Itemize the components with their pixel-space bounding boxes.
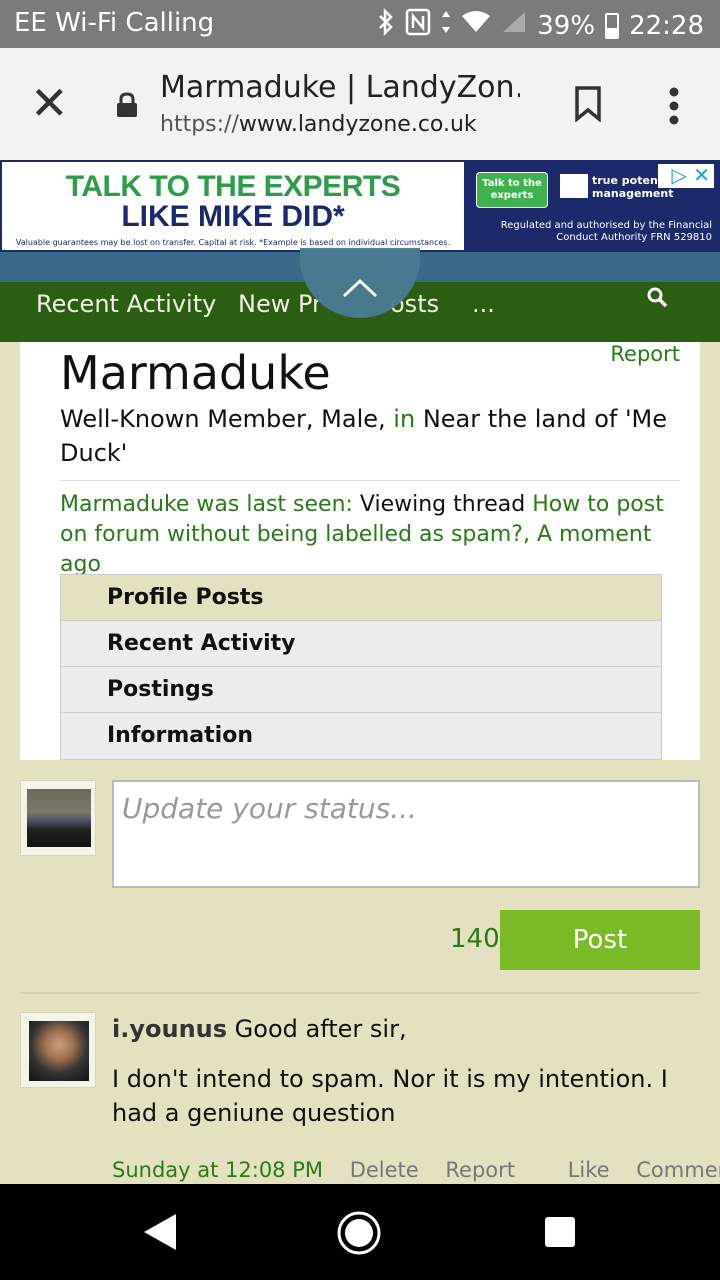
profile-meta: Well-Known Member, Male, in Near the lan… — [60, 402, 690, 470]
url-scheme: https:// — [160, 112, 239, 137]
url-text[interactable]: https://www.landyzone.co.uk — [160, 112, 477, 137]
comment-link[interactable]: Comment — [636, 1158, 720, 1182]
ad-regulation-text: Regulated and authorised by the Financia… — [500, 220, 712, 243]
tab-information[interactable]: Information — [61, 713, 661, 759]
like-link[interactable]: Like — [568, 1158, 610, 1182]
last-seen: Marmaduke was last seen: Viewing thread … — [60, 490, 680, 580]
member-info: Well-Known Member, Male, — [60, 405, 386, 433]
clock: 22:28 — [629, 10, 704, 41]
chevron-up-icon — [342, 278, 378, 298]
report-comment-link[interactable]: Report — [445, 1158, 515, 1182]
commenter-avatar[interactable] — [20, 1012, 96, 1088]
comment-body: I don't intend to spam. Nor it is my int… — [112, 1065, 668, 1127]
ad-headline-2: LIKE MIKE DID* — [121, 200, 345, 233]
ad-headline-1: TALK TO THE EXPERTS — [65, 170, 401, 203]
recents-icon[interactable] — [544, 1216, 576, 1248]
home-icon[interactable] — [336, 1210, 382, 1256]
ad-cta-button[interactable]: Talk to the experts — [476, 172, 548, 208]
wifi-icon — [461, 10, 491, 41]
report-link[interactable]: Report — [610, 342, 680, 366]
search-icon[interactable] — [646, 286, 668, 308]
data-arrows-icon — [441, 9, 451, 42]
avatar-image — [27, 789, 91, 847]
character-counter: 140 — [450, 924, 500, 954]
post-button[interactable]: Post — [500, 910, 700, 970]
profile-tabs: Profile Posts Recent Activity Postings I… — [60, 574, 662, 760]
comment-username[interactable]: i.younus — [112, 1015, 227, 1043]
battery-icon — [605, 12, 620, 39]
close-icon[interactable]: ✕ — [30, 78, 69, 128]
last-seen-label: Marmaduke was last seen: — [60, 492, 353, 517]
tab-postings[interactable]: Postings — [61, 667, 661, 713]
last-seen-action: Viewing thread — [359, 492, 526, 517]
comment-greeting: Good after sir, — [234, 1015, 407, 1043]
ad-logo-icon — [560, 174, 588, 198]
divider — [60, 480, 680, 481]
comment-actions: Sunday at 12:08 PM Delete Report Like Co… — [112, 1158, 720, 1182]
nav-more[interactable]: ... — [472, 290, 495, 318]
in-label: in — [393, 405, 416, 433]
back-icon[interactable] — [142, 1212, 178, 1252]
nav-new-posts[interactable]: New Pr — [238, 290, 322, 318]
ad-headline-panel: TALK TO THE EXPERTS LIKE MIKE DID* Valua… — [2, 162, 464, 250]
bookmark-icon[interactable] — [574, 86, 602, 122]
tab-profile-posts[interactable]: Profile Posts — [61, 575, 661, 621]
page-title[interactable]: Marmaduke | LandyZon… — [160, 70, 520, 105]
more-vert-icon[interactable] — [668, 86, 680, 126]
url-host: www.landyzone.co.uk — [238, 112, 477, 137]
signal-icon — [501, 10, 527, 41]
browser-toolbar: ✕ Marmaduke | LandyZon… https://www.land… — [0, 48, 720, 160]
lock-icon — [117, 92, 137, 117]
section-divider — [20, 992, 700, 994]
profile-card: Report Marmaduke Well-Known Member, Male… — [20, 342, 700, 760]
tab-recent-activity[interactable]: Recent Activity — [61, 621, 661, 667]
status-bar: EE Wi-Fi Calling 39% 22:28 — [0, 0, 720, 48]
avatar[interactable] — [20, 780, 96, 856]
bluetooth-icon — [377, 7, 395, 43]
comment-time[interactable]: Sunday at 12:08 PM — [112, 1158, 323, 1182]
advertisement-banner[interactable]: TALK TO THE EXPERTS LIKE MIKE DID* Valua… — [0, 160, 720, 252]
profile-name: Marmaduke — [60, 346, 331, 400]
nav-recent-activity[interactable]: Recent Activity — [36, 290, 216, 318]
ad-choices-icon[interactable]: ▷ ✕ — [658, 164, 714, 188]
nfc-icon — [405, 8, 431, 43]
status-input[interactable]: Update your status... — [112, 780, 700, 888]
carrier-label: EE Wi-Fi Calling — [14, 8, 215, 38]
ad-fine-print: Valuable guarantees may be lost on trans… — [15, 238, 451, 247]
commenter-avatar-image — [29, 1021, 89, 1081]
profile-post: i.younus Good after sir, I don't intend … — [112, 1012, 692, 1130]
android-nav-bar — [0, 1184, 720, 1280]
ad-brand-panel: Talk to the experts true potenti wealth … — [464, 162, 718, 250]
delete-link[interactable]: Delete — [350, 1158, 419, 1182]
battery-percent: 39% — [537, 10, 596, 41]
